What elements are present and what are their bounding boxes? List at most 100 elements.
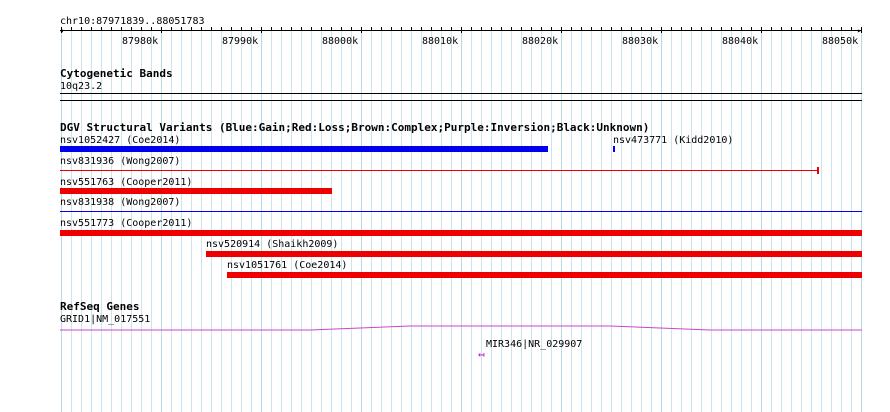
grid-line (401, 30, 402, 412)
gene-model-grid1[interactable] (60, 322, 862, 332)
gene-label[interactable]: MIR346|NR_029907 (486, 339, 582, 350)
variant-label[interactable]: nsv520914 (Shaikh2009) (206, 239, 338, 250)
grid-line (281, 30, 282, 412)
grid-line (341, 30, 342, 412)
variant-label[interactable]: nsv831936 (Wong2007) (60, 156, 180, 167)
grid-line (511, 30, 512, 412)
major-tick (861, 27, 862, 33)
variant-line-gain[interactable] (60, 211, 862, 212)
variant-bar-loss[interactable] (60, 188, 332, 194)
variant-bar-loss[interactable] (227, 272, 862, 278)
minor-tick (741, 27, 742, 30)
minor-tick (441, 27, 442, 30)
minor-tick (151, 27, 152, 30)
grid-line (861, 30, 862, 412)
variant-bar-loss[interactable] (206, 251, 862, 257)
minor-tick (451, 27, 452, 30)
grid-line (581, 30, 582, 412)
variant-label[interactable]: nsv831938 (Wong2007) (60, 197, 180, 208)
minor-tick (221, 27, 222, 30)
minor-tick (491, 27, 492, 30)
minor-tick (81, 27, 82, 30)
minor-tick (291, 27, 292, 30)
minor-tick (101, 27, 102, 30)
variant-label[interactable]: nsv1052427 (Coe2014) (60, 135, 180, 146)
variant-label[interactable]: nsv473771 (Kidd2010) (613, 135, 733, 146)
tick-label: 88020k (522, 36, 559, 47)
grid-line (471, 30, 472, 412)
grid-line (201, 30, 202, 412)
minor-tick (771, 27, 772, 30)
minor-tick (371, 27, 372, 30)
minor-tick (231, 27, 232, 30)
major-tick (161, 27, 162, 33)
minor-tick (531, 27, 532, 30)
variant-label[interactable]: nsv551773 (Cooper2011) (60, 218, 192, 229)
major-tick (561, 27, 562, 33)
minor-tick (121, 27, 122, 30)
minor-tick (551, 27, 552, 30)
reverse-strand-arrow-icon[interactable]: ↤ (478, 349, 485, 360)
minor-tick (751, 27, 752, 30)
tick-label: 88010k (422, 36, 459, 47)
minor-tick (411, 27, 412, 30)
grid-line (741, 30, 742, 412)
grid-line (411, 30, 412, 412)
grid-line (551, 30, 552, 412)
major-tick (261, 27, 262, 33)
grid-line (301, 30, 302, 412)
tick-label: 87980k (122, 36, 159, 47)
minor-tick (731, 27, 732, 30)
variant-label[interactable]: nsv551763 (Cooper2011) (60, 177, 192, 188)
grid-line (601, 30, 602, 412)
minor-tick (581, 27, 582, 30)
major-tick (361, 27, 362, 33)
grid-line (351, 30, 352, 412)
grid-line (591, 30, 592, 412)
minor-tick (401, 27, 402, 30)
minor-tick (811, 27, 812, 30)
variant-bar-loss[interactable] (60, 230, 862, 236)
grid-line (531, 30, 532, 412)
variant-line-loss[interactable] (60, 170, 818, 171)
minor-tick (481, 27, 482, 30)
minor-tick (521, 27, 522, 30)
genome-browser-view: chr10:87971839..88051783 ◂ ▸ 87980k 8799… (0, 0, 890, 412)
grid-line (371, 30, 372, 412)
variant-bar-gain[interactable] (60, 146, 548, 152)
major-tick (661, 27, 662, 33)
grid-line (801, 30, 802, 412)
grid-line (691, 30, 692, 412)
grid-line (851, 30, 852, 412)
minor-tick (391, 27, 392, 30)
major-tick (461, 27, 462, 33)
grid-line (521, 30, 522, 412)
variant-bar-gain[interactable] (613, 146, 615, 152)
minor-tick (331, 27, 332, 30)
tick-label: 88000k (322, 36, 359, 47)
minor-tick (641, 27, 642, 30)
variant-label[interactable]: nsv1051761 (Coe2014) (227, 260, 347, 271)
minor-tick (241, 27, 242, 30)
minor-tick (91, 27, 92, 30)
grid-line (671, 30, 672, 412)
grid-line (461, 30, 462, 412)
minor-tick (501, 27, 502, 30)
grid-line (271, 30, 272, 412)
minor-tick (251, 27, 252, 30)
minor-tick (701, 27, 702, 30)
grid-line (751, 30, 752, 412)
region-label: chr10:87971839..88051783 (60, 16, 205, 27)
major-tick (61, 27, 62, 33)
grid-line (541, 30, 542, 412)
minor-tick (71, 27, 72, 30)
grid-line (781, 30, 782, 412)
grid-line (711, 30, 712, 412)
grid-line (311, 30, 312, 412)
minor-tick (591, 27, 592, 30)
grid-line (561, 30, 562, 412)
grid-line (291, 30, 292, 412)
grid-line (361, 30, 362, 412)
cytoband-track-title: Cytogenetic Bands (60, 67, 173, 80)
grid-line (681, 30, 682, 412)
